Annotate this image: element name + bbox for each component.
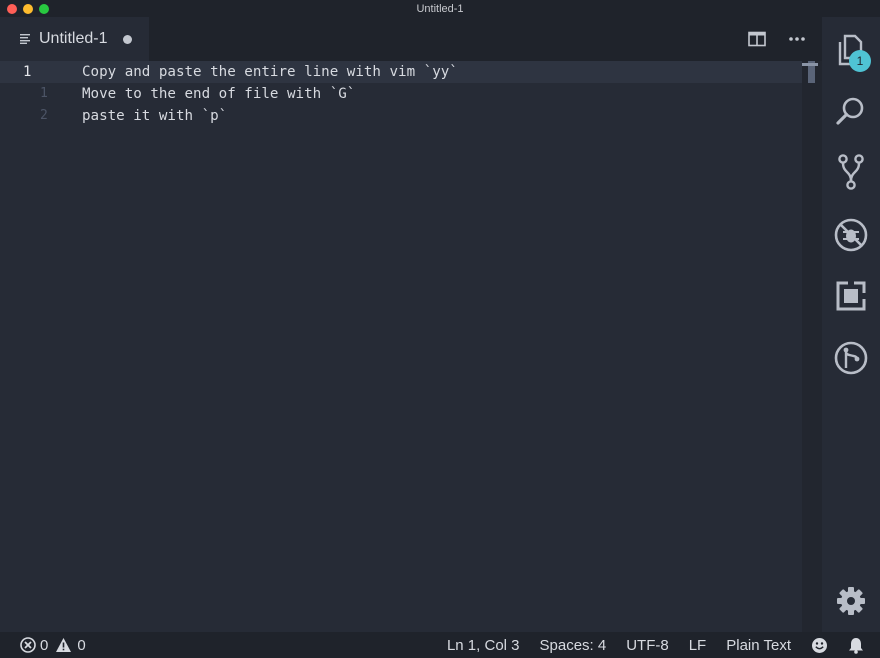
bell-icon — [849, 637, 863, 654]
explorer-badge: 1 — [849, 50, 871, 72]
editor-line[interactable]: 1 Copy and paste the entire line with vi… — [0, 61, 802, 83]
cursor-position[interactable]: Ln 1, Col 3 — [447, 637, 520, 654]
split-editor-button[interactable] — [746, 28, 768, 50]
extensions-button[interactable] — [831, 276, 871, 316]
window-title: Untitled-1 — [416, 2, 464, 15]
line-text[interactable]: Move to the end of file with `G` — [82, 83, 355, 105]
window-controls — [7, 4, 49, 14]
cursor-position-marker — [802, 63, 818, 66]
line-number: 1 — [23, 64, 32, 80]
editor-area[interactable]: 1 Copy and paste the entire line with vi… — [0, 61, 802, 632]
file-lines-icon — [20, 34, 30, 44]
remote-button[interactable] — [831, 338, 871, 378]
close-icon[interactable] — [7, 4, 17, 14]
search-button[interactable] — [831, 91, 871, 131]
debug-icon — [834, 218, 868, 252]
source-control-button[interactable] — [831, 152, 871, 192]
editor-line[interactable]: 1 Move to the end of file with `G` — [0, 83, 802, 105]
line-number: 2 — [40, 108, 48, 123]
unsaved-dot-icon[interactable] — [123, 34, 133, 44]
minimize-icon[interactable] — [23, 4, 33, 14]
indentation[interactable]: Spaces: 4 — [540, 637, 607, 654]
smiley-icon — [812, 637, 827, 653]
error-icon — [20, 637, 36, 653]
line-text[interactable]: paste it with `p` — [82, 105, 227, 127]
line-text[interactable]: Copy and paste the entire line with vim … — [82, 61, 458, 83]
extensions-icon — [836, 281, 866, 311]
gear-icon — [837, 587, 865, 615]
editor-line[interactable]: 2 paste it with `p` — [0, 105, 802, 127]
more-actions-button[interactable] — [786, 28, 808, 50]
remote-icon — [834, 341, 868, 375]
language-mode[interactable]: Plain Text — [726, 637, 791, 654]
error-count: 0 — [40, 636, 49, 654]
maximize-icon[interactable] — [39, 4, 49, 14]
settings-button[interactable] — [831, 581, 871, 621]
more-icon — [789, 37, 805, 41]
search-icon — [836, 97, 864, 125]
feedback-button[interactable] — [811, 637, 828, 654]
vertical-scrollbar[interactable] — [802, 61, 822, 632]
tab-bar: Untitled-1 — [0, 17, 822, 61]
warning-icon — [56, 638, 72, 652]
source-control-icon — [838, 154, 864, 190]
tab-untitled[interactable]: Untitled-1 — [0, 17, 149, 61]
end-of-line[interactable]: LF — [689, 637, 707, 654]
title-bar: Untitled-1 — [0, 0, 880, 17]
line-number: 1 — [40, 86, 48, 101]
problems-indicator[interactable]: 0 0 — [20, 637, 86, 654]
tab-label: Untitled-1 — [39, 30, 108, 47]
debug-button[interactable] — [831, 215, 871, 255]
status-bar: 0 0 Ln 1, Col 3 Spaces: 4 UTF-8 LF Plain… — [0, 632, 880, 658]
activity-bar: 1 — [822, 17, 880, 632]
warning-count: 0 — [77, 636, 86, 654]
notifications-button[interactable] — [848, 637, 864, 654]
encoding[interactable]: UTF-8 — [626, 637, 669, 654]
split-editor-icon — [748, 31, 766, 47]
